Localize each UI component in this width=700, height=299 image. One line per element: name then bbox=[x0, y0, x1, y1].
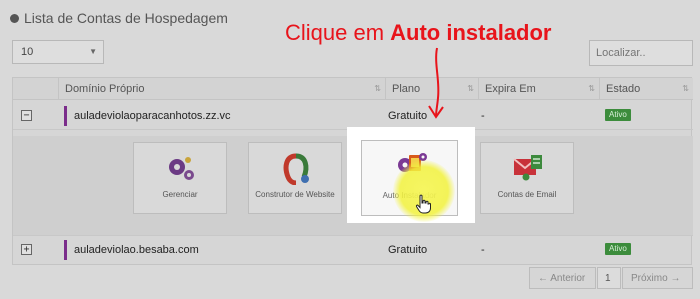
next-page-button[interactable]: Próximo → bbox=[622, 267, 693, 289]
sort-icon: ⇅ bbox=[682, 84, 689, 93]
status-badge: Ativo bbox=[605, 109, 631, 121]
email-accounts-button[interactable]: Contas de Email bbox=[480, 142, 574, 214]
table-header: Domínio Próprio ⇅ Plano ⇅ Expira Em ⇅ Es… bbox=[13, 78, 693, 100]
search-input[interactable] bbox=[589, 40, 693, 66]
expiry-date: - bbox=[481, 244, 485, 256]
table-row: − auladeviolaoparacanhotos.zz.vc Gratuit… bbox=[13, 102, 693, 130]
instruction-callout: Clique em Auto instalador bbox=[285, 20, 552, 46]
column-header-status[interactable]: Estado ⇅ bbox=[599, 78, 693, 100]
domain-name: auladeviolao.besaba.com bbox=[74, 244, 199, 256]
status-badge: Ativo bbox=[605, 243, 631, 255]
panel-title: Lista de Contas de Hospedagem bbox=[24, 10, 228, 26]
callout-prefix: Clique em bbox=[285, 20, 391, 45]
website-builder-icon bbox=[283, 153, 309, 185]
manage-button[interactable]: Gerenciar bbox=[133, 142, 227, 214]
column-header-domain[interactable]: Domínio Próprio ⇅ bbox=[58, 78, 385, 100]
tile-label: Gerenciar bbox=[162, 190, 198, 199]
tile-label: Contas de Email bbox=[497, 190, 557, 199]
expander-column-header bbox=[13, 78, 58, 100]
hand-cursor-icon bbox=[415, 194, 431, 214]
pointer-arrow bbox=[428, 47, 444, 119]
tile-label: Construtor de Website bbox=[255, 190, 335, 199]
row-accent-bar bbox=[64, 106, 67, 126]
page-length-select[interactable]: 10 ▼ bbox=[12, 40, 104, 64]
page-length-value: 10 bbox=[21, 46, 34, 58]
table-row: + auladeviolao.besaba.com Gratuito - Ati… bbox=[13, 236, 693, 264]
expiry-date: - bbox=[481, 110, 485, 122]
previous-page-button[interactable]: ← Anterior bbox=[529, 267, 596, 289]
sort-icon: ⇅ bbox=[374, 84, 381, 93]
panel-header: Lista de Contas de Hospedagem bbox=[10, 8, 228, 28]
website-builder-button[interactable]: Construtor de Website bbox=[248, 142, 342, 214]
domain-name: auladeviolaoparacanhotos.zz.vc bbox=[74, 110, 231, 122]
row-accent-bar bbox=[64, 240, 67, 260]
email-accounts-icon bbox=[513, 155, 542, 181]
gears-icon bbox=[169, 157, 194, 180]
chevron-down-icon: ▼ bbox=[89, 47, 97, 56]
callout-emphasis: Auto instalador bbox=[390, 20, 552, 45]
sort-icon: ⇅ bbox=[467, 84, 474, 93]
page-number-button[interactable]: 1 bbox=[597, 267, 621, 289]
column-header-expires[interactable]: Expira Em ⇅ bbox=[478, 78, 599, 100]
collapse-row-button[interactable]: − bbox=[21, 110, 32, 121]
globe-icon bbox=[10, 13, 19, 23]
highlighted-area: Auto Instalador bbox=[347, 127, 475, 223]
plan-name: Gratuito bbox=[388, 244, 428, 256]
expand-row-button[interactable]: + bbox=[21, 244, 32, 255]
sort-icon: ⇅ bbox=[588, 84, 595, 93]
